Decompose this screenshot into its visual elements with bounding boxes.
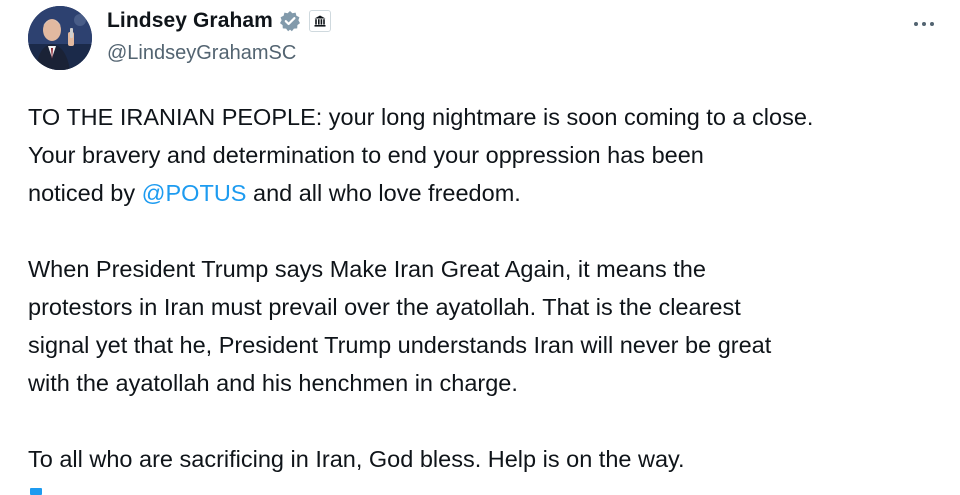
display-name[interactable]: Lindsey Graham (107, 9, 273, 33)
avatar-photo (28, 6, 92, 70)
tweet-line: To all who are sacrificing in Iran, God … (28, 446, 685, 472)
tweet-text-segment: noticed by (28, 180, 142, 206)
tweet-line: protestors in Iran must prevail over the… (28, 294, 741, 320)
more-horizontal-icon (930, 22, 934, 26)
tweet-text-segment: and all who love freedom. (246, 180, 521, 206)
more-horizontal-icon (922, 22, 926, 26)
avatar[interactable] (28, 6, 92, 70)
truncated-emoji (30, 488, 42, 495)
tweet-line: Your bravery and determination to end yo… (28, 142, 704, 168)
author-name-row: Lindsey Graham (107, 6, 331, 36)
tweet-text: TO THE IRANIAN PEOPLE: your long nightma… (28, 98, 948, 478)
tweet-line: TO THE IRANIAN PEOPLE: your long nightma… (28, 104, 814, 130)
tweet-line: with the ayatollah and his henchmen in c… (28, 370, 518, 396)
tweet-line: noticed by @POTUS and all who love freed… (28, 174, 948, 212)
tweet-line: signal yet that he, President Trump unde… (28, 332, 772, 358)
more-options-button[interactable] (906, 10, 942, 38)
tweet-card: Lindsey Graham @LindseyGrahamSC TO THE I… (0, 0, 960, 495)
handle[interactable]: @LindseyGrahamSC (107, 42, 296, 65)
verified-badge-icon[interactable] (279, 10, 301, 32)
mention-link[interactable]: @POTUS (142, 180, 247, 206)
tweet-line: When President Trump says Make Iran Grea… (28, 256, 706, 282)
government-building-icon[interactable] (308, 10, 331, 32)
more-horizontal-icon (914, 22, 918, 26)
